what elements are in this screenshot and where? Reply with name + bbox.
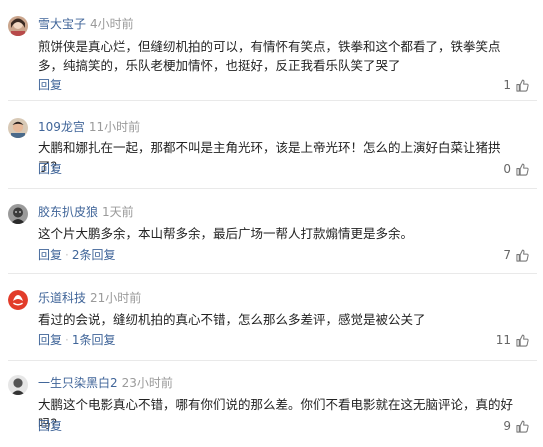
action-row: 回复 9 (38, 416, 529, 436)
user-line: 一生只染黑白2 23小时前 (38, 374, 173, 392)
separator-dot: · (65, 333, 69, 347)
user-avatar[interactable] (8, 16, 28, 36)
user-line: 雪大宝子 4小时前 (38, 15, 134, 33)
username[interactable]: 胶东扒皮狼 (38, 205, 98, 219)
like-button[interactable]: 1 (503, 75, 529, 95)
like-count: 0 (503, 162, 511, 176)
separator-dot: · (65, 248, 69, 262)
like-button[interactable]: 7 (503, 245, 529, 265)
comment-item: 胶东扒皮狼 1天前 这个片大鹏多余，本山帮多余，最后广场一帮人打款煽情更是多余。 … (0, 189, 543, 274)
comment-item: 109龙宫 11小时前 大鹏和娜扎在一起，那都不叫是主角光环，该是上帝光环！怎么的… (0, 101, 543, 189)
user-avatar[interactable] (8, 375, 28, 395)
girl-avatar-icon (8, 16, 28, 36)
comment-text: 煎饼侠是真心烂，但缝纫机拍的可以，有情怀有笑点，铁拳和这个都看了，铁拳笑点多，纯… (38, 39, 501, 73)
comment-time: 23小时前 (121, 376, 173, 390)
reply-button[interactable]: 回复 (38, 419, 62, 433)
username[interactable]: 一生只染黑白2 (38, 376, 118, 390)
comment-list: 雪大宝子 4小时前 煎饼侠是真心烂，但缝纫机拍的可以，有情怀有笑点，铁拳和这个都看… (0, 0, 543, 447)
thumbs-up-icon (516, 79, 529, 92)
man-avatar-icon (8, 118, 28, 138)
user-avatar[interactable] (8, 118, 28, 138)
view-replies-link[interactable]: 2条回复 (72, 248, 116, 262)
like-count: 11 (495, 333, 511, 347)
thumbs-up-icon (516, 334, 529, 347)
user-line: 109龙宫 11小时前 (38, 118, 140, 136)
like-button[interactable]: 11 (496, 330, 529, 350)
comment-time: 4小时前 (90, 17, 134, 31)
view-replies-link[interactable]: 1条回复 (72, 333, 116, 347)
user-line: 胶东扒皮狼 1天前 (38, 203, 134, 221)
user-avatar[interactable] (8, 290, 28, 310)
reply-button[interactable]: 回复 (38, 333, 62, 347)
like-button[interactable]: 9 (503, 416, 529, 436)
like-count: 1 (503, 78, 511, 92)
thumbs-up-icon (516, 249, 529, 262)
user-line: 乐道科技 21小时前 (38, 289, 141, 307)
reply-button[interactable]: 回复 (38, 162, 62, 176)
comment-item: 一生只染黑白2 23小时前 大鹏这个电影真心不错，哪有你们说的那么差。你们不看电影… (0, 361, 543, 447)
username[interactable]: 乐道科技 (38, 291, 86, 305)
action-row: 回复 · 2条回复 7 (38, 245, 529, 265)
dark-avatar-icon (8, 204, 28, 224)
reply-button[interactable]: 回复 (38, 248, 62, 262)
comment-time: 1天前 (102, 205, 134, 219)
comment-item: 雪大宝子 4小时前 煎饼侠是真心烂，但缝纫机拍的可以，有情怀有笑点，铁拳和这个都看… (0, 0, 543, 101)
thumbs-up-icon (516, 163, 529, 176)
comment-text: 这个片大鹏多余，本山帮多余，最后广场一帮人打款煽情更是多余。 (38, 226, 414, 241)
comment-text: 看过的会说，缝纫机拍的真心不错，怎么那么多差评，感觉是被公关了 (38, 312, 426, 327)
username[interactable]: 109龙宫 (38, 120, 85, 134)
brand-logo-icon (8, 290, 28, 310)
comment-time: 11小时前 (88, 120, 141, 134)
action-row: 回复 · 1条回复 11 (38, 330, 529, 350)
like-count: 7 (503, 248, 511, 262)
reply-button[interactable]: 回复 (38, 78, 62, 92)
like-count: 9 (503, 419, 511, 433)
bw-avatar-icon (8, 375, 28, 395)
action-row: 回复 0 (38, 159, 529, 179)
comment-time: 21小时前 (90, 291, 142, 305)
action-row: 回复 1 (38, 75, 529, 95)
thumbs-up-icon (516, 420, 529, 433)
comment-item: 乐道科技 21小时前 看过的会说，缝纫机拍的真心不错，怎么那么多差评，感觉是被公关… (0, 274, 543, 361)
user-avatar[interactable] (8, 204, 28, 224)
like-button[interactable]: 0 (503, 159, 529, 179)
username[interactable]: 雪大宝子 (38, 17, 86, 31)
